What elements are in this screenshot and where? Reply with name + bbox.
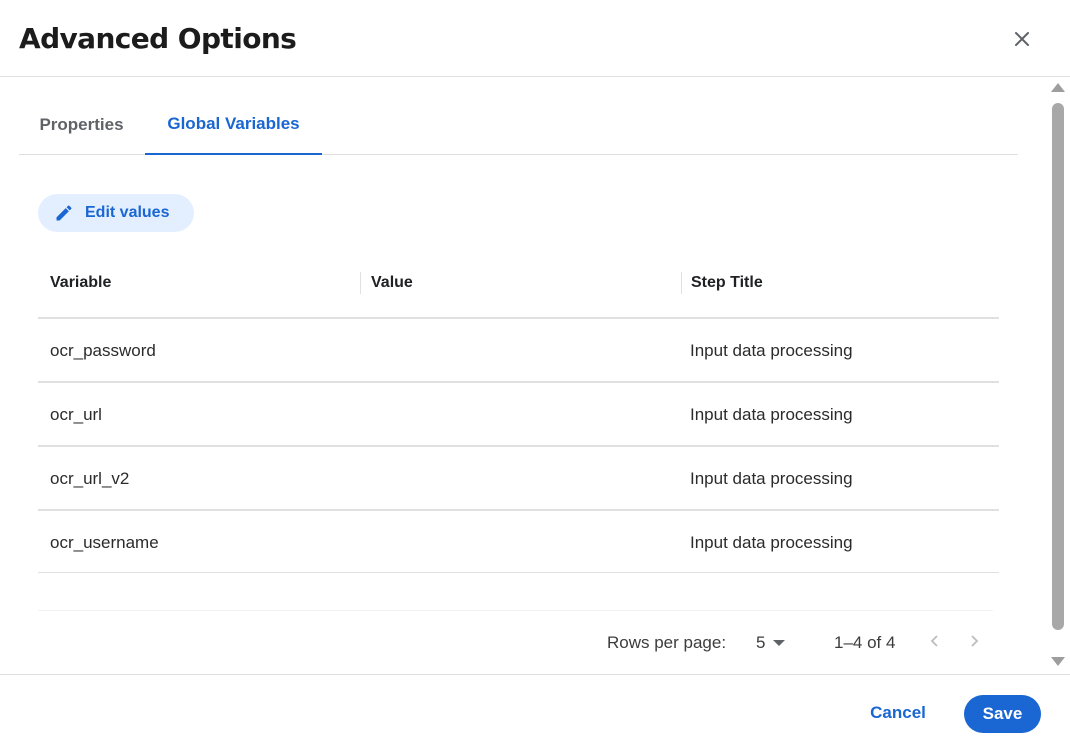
column-divider[interactable] (360, 272, 361, 294)
rows-per-page-value: 5 (756, 633, 766, 652)
tab-properties[interactable]: Properties (19, 95, 144, 154)
chevron-left-icon (930, 635, 938, 647)
column-divider[interactable] (681, 272, 682, 294)
edit-values-label: Edit values (85, 204, 170, 221)
previous-page-button[interactable] (929, 633, 947, 653)
table-row[interactable]: ocr_password Input data processing (38, 319, 999, 383)
dialog-header: Advanced Options (0, 0, 1070, 77)
table-pagination: Rows per page: 5 1–4 of 4 (38, 610, 993, 670)
table-row[interactable]: ocr_url Input data processing (38, 383, 999, 447)
rows-per-page-select[interactable]: 5 (756, 633, 786, 653)
column-header-value[interactable]: Value (371, 274, 413, 292)
close-icon (1015, 32, 1029, 46)
dialog-footer: Cancel Save (0, 674, 1070, 740)
edit-values-button[interactable]: Edit values (38, 194, 194, 232)
cell-step-title: Input data processing (690, 469, 853, 488)
caret-down-icon (773, 640, 786, 646)
cell-variable: ocr_password (50, 341, 156, 360)
column-header-variable[interactable]: Variable (50, 274, 111, 292)
global-variables-table: Variable Value Step Title ocr_password I… (38, 252, 999, 573)
tab-bar: Properties Global Variables (19, 95, 1018, 155)
tab-global-variables[interactable]: Global Variables (145, 95, 322, 155)
cell-variable: ocr_url (50, 405, 102, 424)
pagination-range: 1–4 of 4 (834, 633, 896, 652)
scrollbar-thumb[interactable] (1052, 103, 1064, 630)
table-row[interactable]: ocr_url_v2 Input data processing (38, 447, 999, 511)
cell-variable: ocr_url_v2 (50, 469, 130, 488)
save-button[interactable]: Save (964, 695, 1041, 733)
next-page-button[interactable] (968, 633, 986, 653)
cell-step-title: Input data processing (690, 533, 853, 552)
cell-variable: ocr_username (50, 533, 159, 552)
table-row[interactable]: ocr_username Input data processing (38, 511, 999, 573)
rows-per-page-label: Rows per page: (607, 633, 727, 652)
chevron-right-icon (971, 635, 979, 647)
dialog-title: Advanced Options (19, 22, 297, 55)
cell-step-title: Input data processing (690, 405, 853, 424)
column-header-step-title[interactable]: Step Title (691, 274, 763, 292)
cell-step-title: Input data processing (690, 341, 853, 360)
cancel-button[interactable]: Cancel (852, 695, 944, 731)
scroll-up-arrow-icon[interactable] (1051, 83, 1065, 92)
table-header: Variable Value Step Title (38, 252, 999, 319)
scroll-down-arrow-icon[interactable] (1051, 657, 1065, 666)
close-button[interactable] (1008, 25, 1036, 53)
pencil-icon (53, 202, 75, 224)
advanced-options-dialog: Advanced Options Properties Global Varia… (0, 0, 1070, 740)
vertical-scrollbar[interactable] (1048, 80, 1068, 670)
